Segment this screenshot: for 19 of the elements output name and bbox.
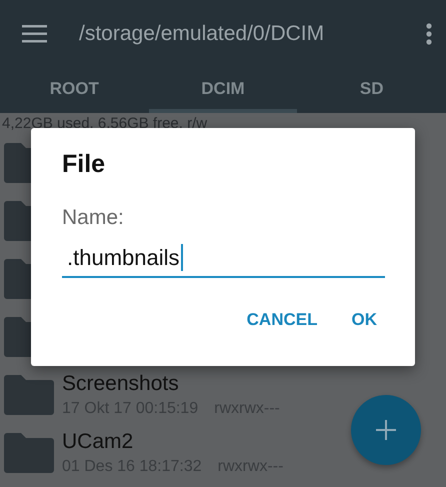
folder-name: Screenshots — [62, 372, 180, 396]
path-title: /storage/emulated/0/DCIM — [79, 22, 326, 46]
name-label: Name: — [62, 206, 125, 230]
folder-icon — [4, 433, 54, 473]
tab[interactable]: SD — [297, 68, 446, 113]
folder-icon — [4, 143, 31, 183]
dialog-title: File — [62, 150, 106, 179]
menu-icon[interactable] — [22, 25, 47, 43]
folder-icon — [4, 201, 31, 241]
tab[interactable]: ROOT — [0, 68, 149, 113]
name-field[interactable]: .thumbnails — [62, 244, 385, 278]
folder-name: UCam2 — [62, 430, 134, 454]
folder-icon — [4, 317, 31, 357]
plus-icon — [376, 420, 396, 440]
more-options-icon[interactable] — [426, 23, 432, 45]
ok-button[interactable]: OK — [344, 304, 385, 336]
cancel-button[interactable]: CANCEL — [238, 304, 326, 336]
folder-icon — [4, 259, 31, 299]
folder-icon — [4, 375, 54, 415]
